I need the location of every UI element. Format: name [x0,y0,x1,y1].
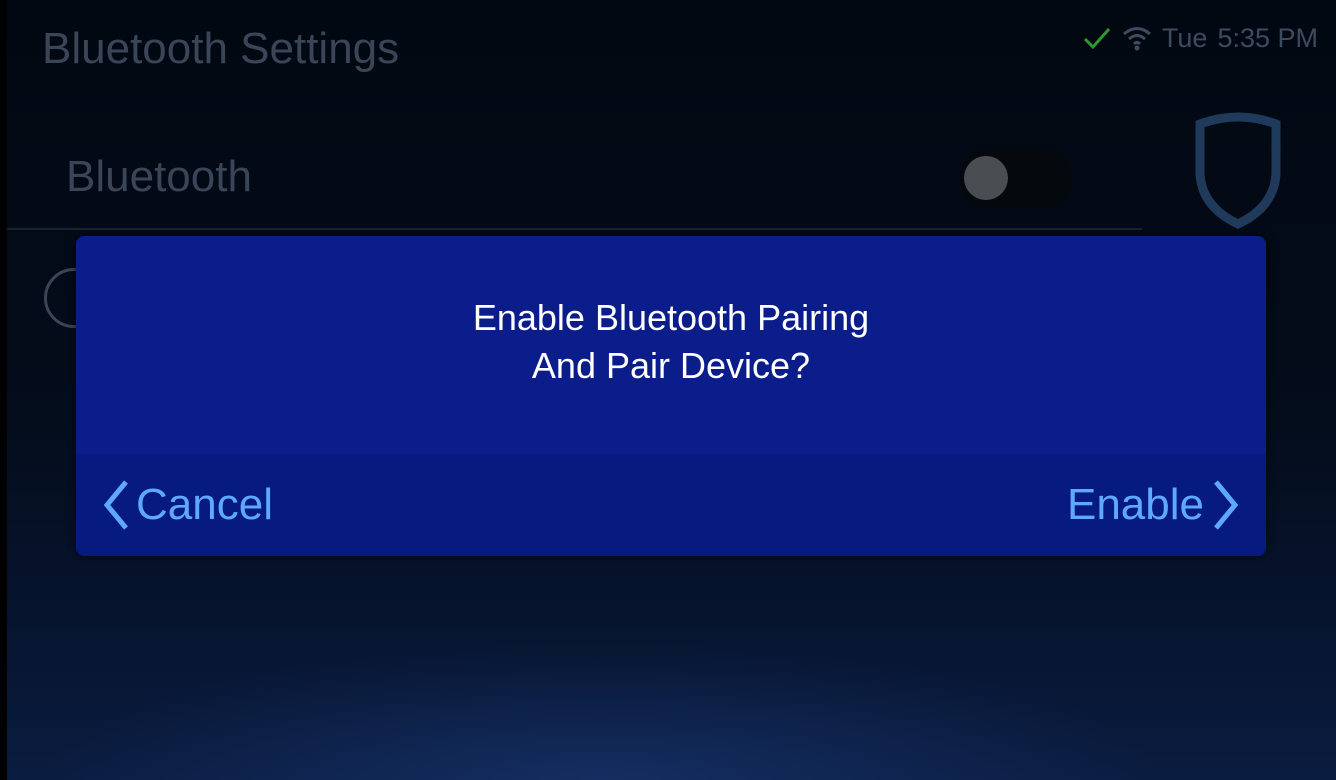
cancel-button[interactable]: Cancel [102,454,273,556]
pairing-dialog: Enable Bluetooth Pairing And Pair Device… [76,236,1266,556]
bluetooth-toggle-knob [964,156,1008,200]
status-bar: Tue 5:35 PM [1082,18,1318,58]
status-day: Tue [1161,22,1208,53]
status-time: 5:35 PM [1217,22,1318,53]
screen-edge [0,0,7,780]
dialog-message-line1: Enable Bluetooth Pairing [472,297,870,338]
dialog-message-line2: And Pair Device? [531,345,811,386]
dialog-message: Enable Bluetooth Pairing And Pair Device… [76,236,1266,454]
enable-button[interactable]: Enable [1067,454,1240,556]
page-title: Bluetooth Settings [42,24,400,73]
bluetooth-setting-label: Bluetooth [66,152,252,201]
chevron-right-icon [1212,478,1240,532]
wifi-icon [1122,24,1152,52]
enable-button-label: Enable [1066,480,1204,529]
screen: Bluetooth Settings Tue 5:35 PM Bluetooth [0,0,1336,780]
chevron-left-icon [102,478,130,532]
shield-icon [1188,112,1288,232]
cancel-button-label: Cancel [136,480,273,529]
check-icon [1082,25,1112,51]
bluetooth-setting-row[interactable]: Bluetooth [7,118,1142,230]
bluetooth-toggle[interactable] [960,148,1072,208]
dialog-actions: Cancel Enable [76,454,1266,556]
